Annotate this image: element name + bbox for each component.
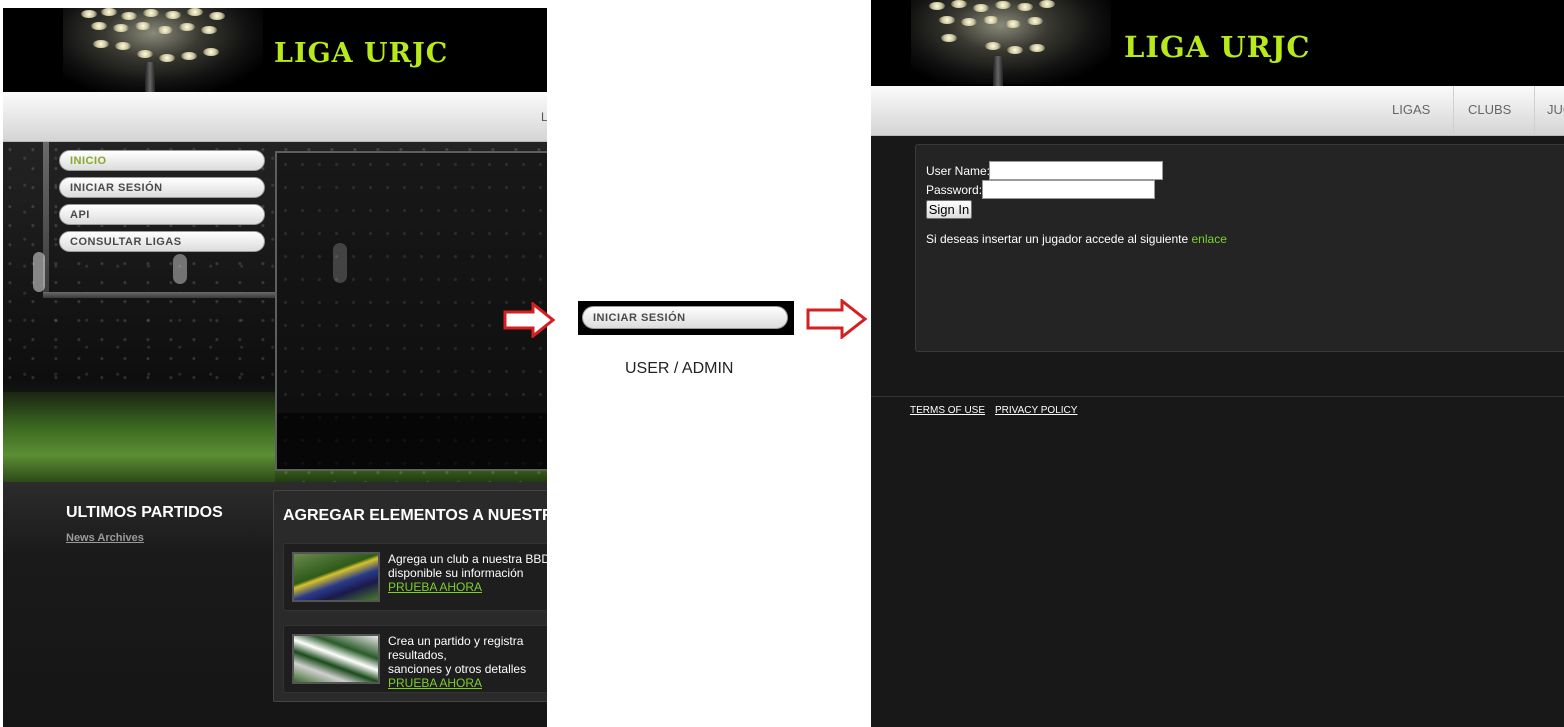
lamp (93, 40, 109, 48)
lamp (91, 22, 107, 30)
site-header: LIGA URJC (3, 8, 547, 92)
privacy-policy-link[interactable]: PRIVACY POLICY (995, 405, 1077, 416)
home-page-screenshot: LIGA URJC L INICIO INICIAR SESIÓN API CO… (3, 8, 547, 727)
lamp (1007, 46, 1023, 54)
lamp (187, 8, 203, 16)
menu-item-inicio[interactable]: INICIO (59, 150, 265, 171)
username-label: User Name: (926, 164, 991, 178)
lamp (995, 1, 1011, 9)
lamp (1005, 20, 1021, 28)
site-header: LIGA URJC (871, 0, 1564, 86)
nav-item-ligas[interactable]: LIGAS (1369, 86, 1455, 134)
password-label: Password: (926, 183, 983, 197)
lamp (135, 22, 151, 30)
lamp (1029, 44, 1045, 52)
player-blur (333, 243, 347, 283)
info-text: Si deseas insertar un jugador accede al … (926, 232, 1192, 246)
site-logo: LIGA URJC (274, 38, 449, 69)
feature-card-text: Agrega un club a nuestra BBDD disponible… (388, 552, 547, 594)
card-line: sanciones y otros detalles (388, 662, 527, 676)
lamp (961, 18, 977, 26)
lamp (209, 12, 225, 20)
slide-caption-bar (277, 413, 547, 469)
lamp (983, 16, 999, 24)
login-button-detail: INICIAR SESIÓN (578, 301, 794, 335)
iniciar-sesion-button[interactable]: INICIAR SESIÓN (582, 306, 788, 329)
stadium-lights-image (63, 8, 263, 92)
lamp (165, 11, 181, 19)
stadium-lights-image (911, 0, 1111, 86)
lamp (181, 52, 197, 60)
lamp (929, 2, 945, 10)
sign-in-button[interactable]: Sign In (926, 200, 972, 219)
card-line: disponible su información (388, 566, 524, 580)
top-nav: L (3, 92, 547, 142)
login-page-screenshot: LIGA URJC LIGAS CLUBS JUGADORES User Nam… (871, 0, 1564, 727)
password-input[interactable] (982, 180, 1155, 199)
lamp (203, 48, 219, 56)
side-menu: INICIO INICIAR SESIÓN API CONSULTAR LIGA… (59, 150, 265, 258)
lamp (113, 24, 129, 32)
menu-item-api[interactable]: API (59, 204, 265, 225)
feature-card-club: Agrega un club a nuestra BBDD disponible… (283, 543, 547, 611)
lamp (201, 26, 217, 34)
terms-of-use-link[interactable]: TERMS OF USE (910, 405, 985, 416)
lamp (939, 16, 955, 24)
latest-matches-title: ULTIMOS PARTIDOS (66, 504, 223, 521)
menu-item-iniciar-sesion[interactable]: INICIAR SESIÓN (59, 177, 265, 198)
nav-item-jugadores[interactable]: JUGADORES (1524, 86, 1564, 134)
lamp (973, 4, 989, 12)
lamp (1039, 0, 1055, 8)
add-elements-title: AGREGAR ELEMENTOS A NUESTRA (283, 507, 547, 524)
light-pole (145, 62, 155, 92)
lamp (81, 10, 97, 18)
try-now-link[interactable]: PRUEBA AHORA (388, 580, 547, 594)
nav-item-clubs[interactable]: CLUBS (1445, 86, 1536, 134)
feature-card-match: Crea un partido y registra resultados, s… (283, 625, 547, 693)
login-panel: User Name: Password: Sign In Si deseas i… (915, 144, 1564, 352)
lamp (137, 50, 153, 58)
lamp (101, 8, 117, 16)
grass-area (3, 392, 275, 482)
enlace-link[interactable]: enlace (1192, 232, 1227, 246)
menu-item-consultar-ligas[interactable]: CONSULTAR LIGAS (59, 231, 265, 252)
lamp (143, 9, 159, 17)
footer-divider (871, 396, 1564, 397)
lamp (159, 54, 175, 62)
try-now-link[interactable]: PRUEBA AHORA (388, 676, 547, 690)
lamp (985, 42, 1001, 50)
right-arrow-icon (503, 302, 555, 338)
top-nav: LIGAS CLUBS JUGADORES (871, 86, 1564, 136)
insert-player-info: Si deseas insertar un jugador accede al … (926, 232, 1227, 246)
nav-item-partial[interactable]: L (541, 110, 547, 124)
lamp (179, 23, 195, 31)
lamp (115, 42, 131, 50)
player-blur (33, 252, 45, 292)
lamp (1027, 17, 1043, 25)
site-logo: LIGA URJC (1124, 30, 1311, 64)
right-arrow-icon (806, 299, 868, 339)
feature-card-text: Crea un partido y registra resultados, s… (388, 634, 547, 690)
light-pole (993, 56, 1003, 86)
content-section: ULTIMOS PARTIDOS News Archives AGREGAR E… (3, 482, 547, 727)
user-admin-caption: USER / ADMIN (625, 360, 734, 377)
username-input[interactable] (989, 161, 1163, 180)
lamp (951, 0, 967, 8)
add-elements-box: AGREGAR ELEMENTOS A NUESTRA Agrega un cl… (273, 490, 547, 702)
player-blur (173, 254, 187, 284)
news-archives-link[interactable]: News Archives (66, 532, 144, 544)
rugby-photo-thumbnail (292, 634, 380, 684)
rugby-photo-thumbnail (292, 552, 380, 602)
lamp (157, 26, 173, 34)
lamp (1017, 3, 1033, 11)
lamp (121, 12, 137, 20)
lamp (941, 34, 957, 42)
card-line: Agrega un club a nuestra BBDD (388, 552, 547, 566)
card-line: Crea un partido y registra resultados, (388, 634, 524, 662)
